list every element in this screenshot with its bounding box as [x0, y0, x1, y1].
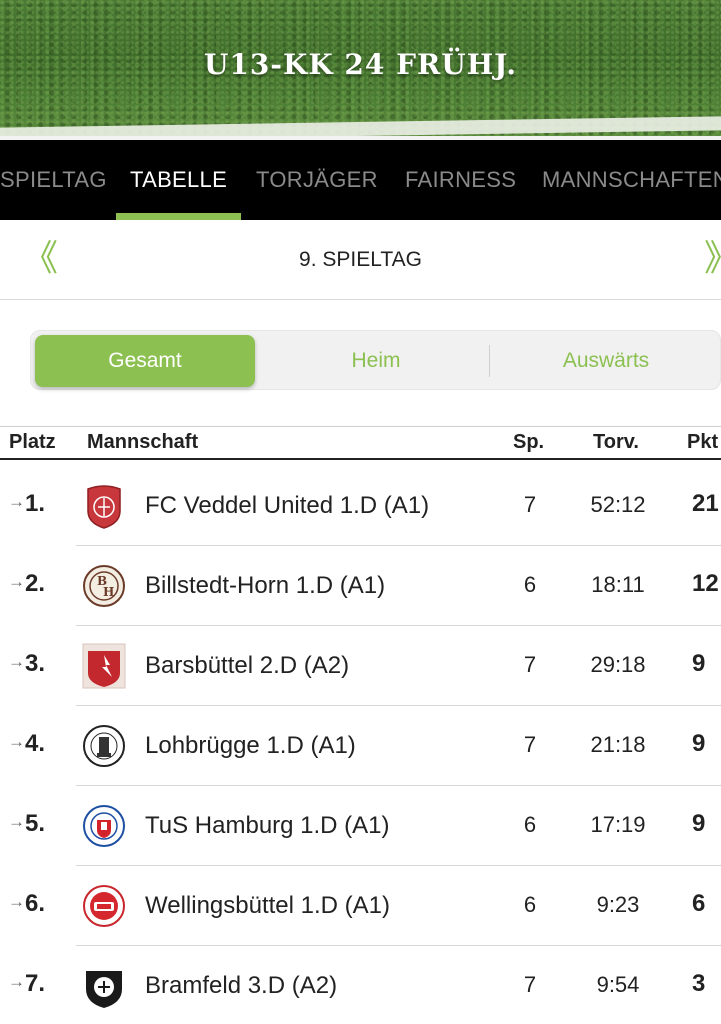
- tab-mannschaften[interactable]: MANNSCHAFTEN: [542, 140, 721, 220]
- games-played: 6: [523, 572, 537, 597]
- tab-torjaeger[interactable]: TORJÄGER: [256, 140, 378, 220]
- trend-arrow-icon: →: [8, 572, 25, 591]
- games-played: 6: [523, 812, 537, 837]
- goal-ratio: 17:19: [590, 812, 646, 837]
- tab-tabelle[interactable]: TABELLE: [115, 140, 242, 220]
- filter-auswaerts[interactable]: Auswärts: [501, 331, 711, 391]
- team-name: TuS Hamburg 1.D (A1): [145, 812, 390, 839]
- team-name: FC Veddel United 1.D (A1): [145, 492, 430, 519]
- goal-ratio: 29:18: [590, 652, 646, 677]
- tab-fairness[interactable]: FAIRNESS: [405, 140, 516, 220]
- round-label: 9. SPIELTAG: [299, 248, 422, 271]
- games-played: 7: [523, 652, 537, 677]
- trend-arrow-icon: →: [8, 972, 25, 991]
- rank: 6.: [25, 890, 46, 917]
- trend-arrow-icon: →: [8, 812, 25, 831]
- rank: 4.: [25, 730, 46, 757]
- team-name: Billstedt-Horn 1.D (A1): [145, 572, 386, 599]
- fc-veddel-logo-icon: [87, 485, 121, 529]
- points: 9: [692, 650, 706, 677]
- goal-ratio: 21:18: [590, 732, 646, 757]
- points: 21: [692, 490, 719, 517]
- points: 12: [692, 570, 719, 597]
- tus-hamburg-logo-icon: [83, 805, 125, 847]
- competition-title: U13-KK 24 FRÜHJ.: [204, 48, 517, 81]
- points: 9: [692, 810, 706, 837]
- trend-arrow-icon: →: [8, 732, 25, 751]
- trend-arrow-icon: →: [8, 892, 25, 911]
- tab-bar: SPIELTAG TABELLE TORJÄGER FAIRNESS MANNS…: [0, 140, 721, 220]
- header-torv: Torv.: [593, 431, 639, 453]
- header-banner: U13-KK 24 FRÜHJ.: [0, 0, 721, 140]
- header-sp: Sp.: [513, 431, 545, 453]
- team-name: Barsbüttel 2.D (A2): [145, 652, 350, 679]
- points: 9: [692, 730, 706, 757]
- goal-ratio: 52:12: [590, 492, 646, 517]
- team-name: Bramfeld 3.D (A2): [145, 972, 338, 999]
- table-row[interactable]: → 6. Wellingsbüttel 1.D (A1) 6 9:23 6: [0, 866, 721, 946]
- table-row[interactable]: → 3. Barsbüttel 2.D (A2) 7 29:18 9: [0, 626, 721, 706]
- header-mannschaft: Mannschaft: [87, 431, 199, 453]
- points: 3: [692, 970, 706, 997]
- games-played: 7: [523, 972, 537, 997]
- games-played: 7: [523, 492, 537, 517]
- rank: 2.: [25, 570, 46, 597]
- filter-heim[interactable]: Heim: [281, 331, 471, 391]
- team-name: Wellingsbüttel 1.D (A1): [145, 892, 390, 919]
- table-row[interactable]: → 1. FC Veddel United 1.D (A1) 7 52:12 2…: [0, 466, 721, 546]
- games-played: 7: [523, 732, 537, 757]
- table-row[interactable]: → 7. Bramfeld 3.D (A2) 7 9:54 3: [0, 946, 721, 1024]
- trend-arrow-icon: →: [8, 492, 25, 511]
- rank: 1.: [25, 490, 46, 517]
- bramfeld-logo-icon: [86, 971, 122, 1008]
- points: 6: [692, 890, 706, 917]
- table-row[interactable]: → 5. TuS Hamburg 1.D (A1) 6 17:19 9: [0, 786, 721, 866]
- rank: 5.: [25, 810, 46, 837]
- tab-spieltag[interactable]: SPIELTAG: [0, 140, 107, 220]
- games-played: 6: [523, 892, 537, 917]
- header-pkt: Pkt: [687, 431, 719, 453]
- trend-arrow-icon: →: [8, 652, 25, 671]
- double-chevron-right-icon[interactable]: 》: [704, 240, 721, 276]
- table-row[interactable]: → 2. B H Billstedt-Horn 1.D (A1) 6 18:11…: [0, 546, 721, 626]
- rank: 7.: [25, 970, 46, 997]
- table-header: Platz Mannschaft Sp. Torv. Pkt: [0, 426, 721, 460]
- billstedt-horn-logo-icon: B H: [83, 565, 125, 607]
- header-platz: Platz: [9, 431, 56, 453]
- lohbruegge-logo-icon: [83, 725, 125, 767]
- svg-text:H: H: [103, 585, 114, 599]
- goal-ratio: 9:54: [596, 972, 640, 997]
- table-filter-segment: Gesamt Heim Auswärts: [30, 330, 721, 390]
- round-navigation: 《 9. SPIELTAG 》: [0, 220, 721, 300]
- goal-ratio: 18:11: [591, 572, 645, 597]
- segment-divider: [489, 345, 490, 377]
- table-row[interactable]: → 4. Lohbrügge 1.D (A1) 7 21:18 9: [0, 706, 721, 786]
- wellingsbuettel-logo-icon: [83, 885, 125, 927]
- filter-gesamt[interactable]: Gesamt: [35, 335, 255, 387]
- barsbuettel-logo-icon: [82, 643, 126, 689]
- team-name: Lohbrügge 1.D (A1): [145, 732, 356, 759]
- rank: 3.: [25, 650, 46, 677]
- goal-ratio: 9:23: [596, 892, 640, 917]
